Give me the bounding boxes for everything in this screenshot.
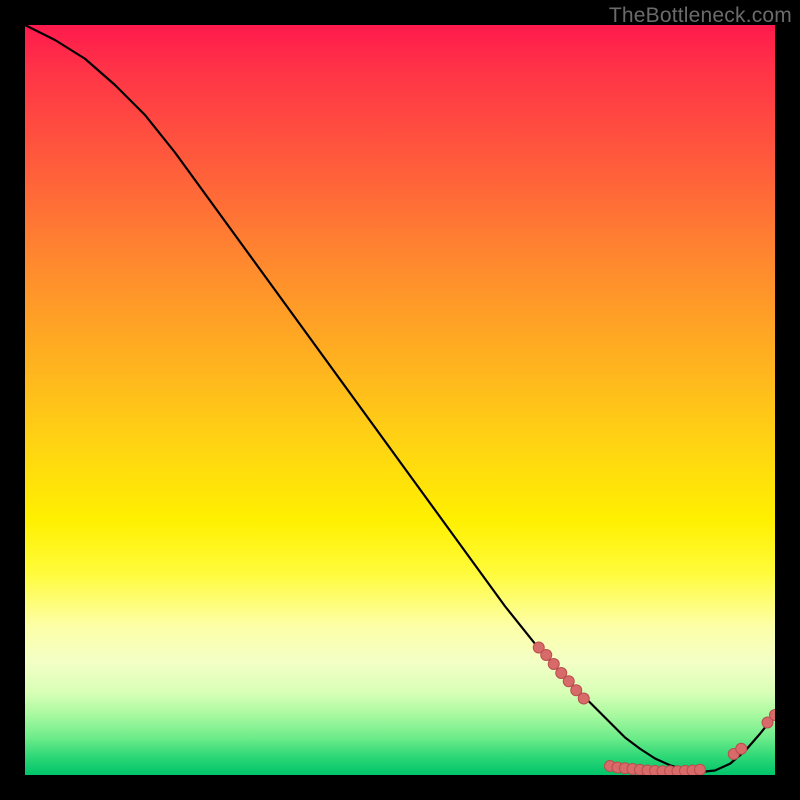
marker-cluster-descent-4 xyxy=(563,676,574,687)
bottleneck-curve xyxy=(25,25,775,772)
marker-floor-13 xyxy=(695,764,706,775)
marker-cluster-descent-1 xyxy=(541,650,552,661)
marker-rise-2 xyxy=(736,743,747,754)
data-markers xyxy=(533,642,775,775)
marker-cluster-descent-2 xyxy=(548,659,559,670)
plot-area xyxy=(25,25,775,775)
marker-cluster-descent-bottom xyxy=(578,693,589,704)
watermark-text: TheBottleneck.com xyxy=(609,4,792,28)
chart-container: TheBottleneck.com xyxy=(0,0,800,800)
curve-layer xyxy=(25,25,775,775)
